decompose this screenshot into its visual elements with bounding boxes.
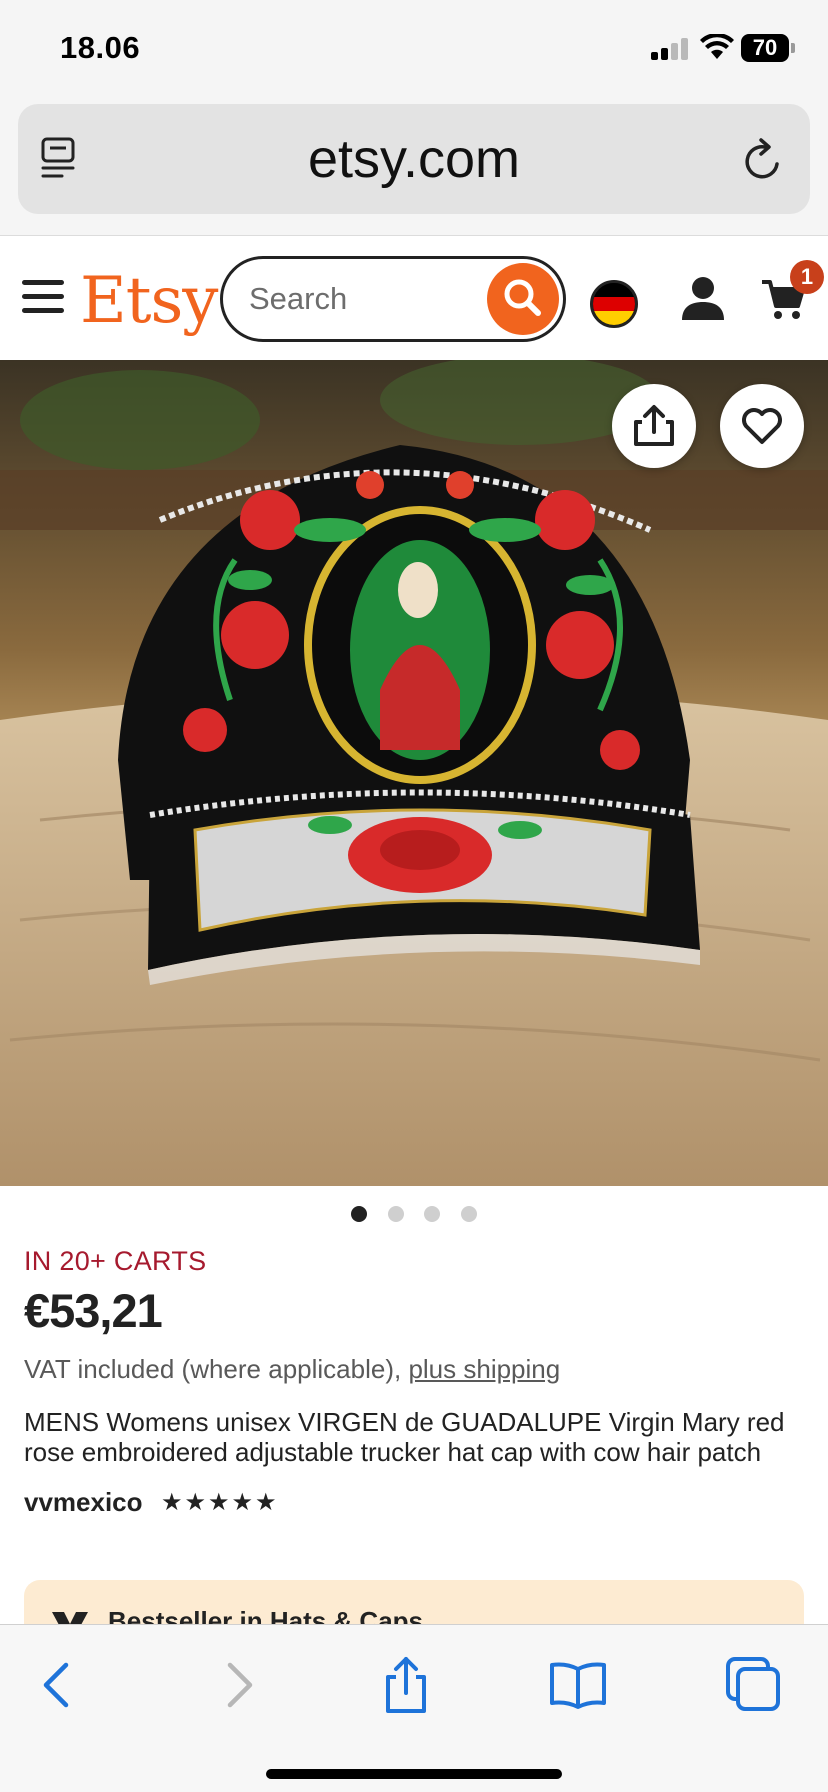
seller-row[interactable]: vvmexico ★★★★★ [24, 1487, 804, 1521]
site-header: Etsy Search 1 [0, 236, 828, 360]
carousel-dot[interactable] [460, 1206, 477, 1222]
menu-icon[interactable] [22, 280, 64, 314]
vat-text: VAT included (where applicable), [24, 1354, 402, 1384]
germany-flag-icon[interactable] [590, 280, 638, 328]
status-time: 18.06 [60, 30, 141, 65]
battery-level: 70 [752, 35, 778, 60]
status-bar: 18.06 70 [0, 0, 828, 96]
product-image[interactable] [0, 360, 828, 1186]
product-info: IN 20+ CARTS €53,21 VAT included (where … [24, 1240, 804, 1521]
seller-name[interactable]: vvmexico [24, 1487, 143, 1518]
browser-toolbar [0, 1624, 828, 1792]
price: €53,21 [24, 1284, 163, 1337]
book-icon[interactable] [548, 1655, 608, 1715]
vat-note: VAT included (where applicable), plus sh… [24, 1354, 804, 1385]
reload-icon[interactable] [740, 134, 786, 184]
search-button[interactable] [487, 263, 559, 335]
search-icon [504, 279, 541, 316]
product-photo [0, 360, 828, 1186]
tabs-icon[interactable] [722, 1655, 782, 1715]
search-input[interactable]: Search [220, 256, 566, 342]
account-icon[interactable] [680, 274, 726, 322]
share-icon[interactable] [376, 1655, 436, 1715]
share-icon [634, 405, 674, 446]
carousel-dot[interactable] [351, 1206, 368, 1222]
carousel-dots[interactable] [0, 1200, 828, 1228]
wifi-icon [700, 34, 734, 59]
carousel-dot[interactable] [424, 1206, 441, 1222]
shipping-link[interactable]: plus shipping [408, 1354, 560, 1384]
address-bar[interactable]: etsy.com [18, 104, 810, 214]
product-title: MENS Womens unisex VIRGEN de GUADALUPE V… [24, 1407, 785, 1467]
cart-count-badge: 1 [790, 260, 824, 294]
battery-icon: 70 [741, 34, 795, 62]
url-text[interactable]: etsy.com [18, 104, 810, 214]
share-button[interactable] [612, 384, 696, 468]
etsy-logo[interactable]: Etsy [80, 264, 218, 338]
in-carts-badge: IN 20+ CARTS [24, 1246, 207, 1276]
rating-stars: ★★★★★ [160, 1489, 279, 1516]
search-placeholder: Search [249, 281, 348, 316]
cellular-signal-icon [651, 38, 693, 60]
forward-arrow-icon[interactable] [206, 1655, 266, 1715]
heart-icon [742, 408, 782, 444]
carousel-dot[interactable] [387, 1206, 404, 1222]
favorite-button[interactable] [720, 384, 804, 468]
browser-chrome: etsy.com [0, 96, 828, 236]
home-indicator [266, 1769, 562, 1779]
back-arrow-icon[interactable] [30, 1655, 90, 1715]
